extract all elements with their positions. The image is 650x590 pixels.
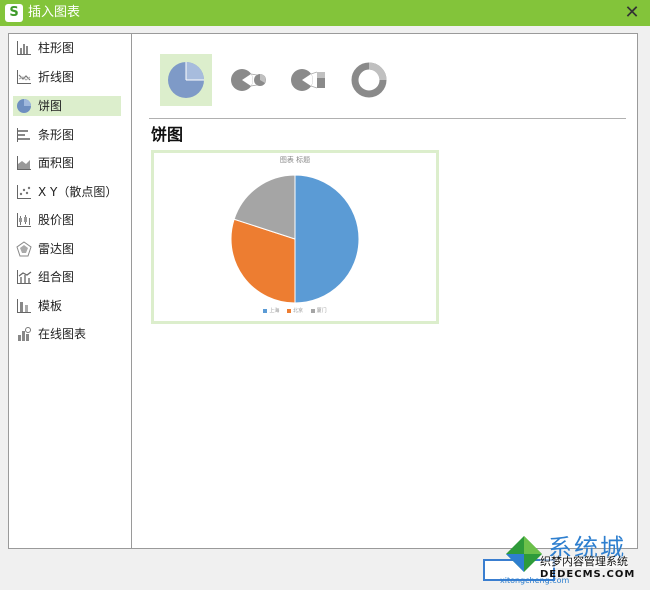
stock-chart-icon: [17, 213, 31, 227]
legend-item: 北京: [286, 308, 303, 314]
pie-chart-icon: [17, 99, 31, 113]
sidebar-item-radar[interactable]: 雷达图: [13, 239, 121, 259]
chart-preview[interactable]: 图表 标题 上海 北京 厦门: [151, 150, 439, 324]
pie-icon: [168, 62, 204, 98]
radar-chart-icon: [16, 241, 32, 257]
sidebar-item-combo[interactable]: 组合图: [13, 267, 121, 287]
sidebar-item-label: 折线图: [38, 70, 75, 84]
sidebar-item-online[interactable]: 在线图表: [13, 324, 121, 344]
watermark-logo-icon: [506, 536, 542, 572]
pie-of-pie-icon: [231, 69, 266, 91]
line-chart-icon: [17, 70, 31, 84]
subtype-doughnut[interactable]: [343, 54, 395, 106]
template-icon: [17, 299, 31, 313]
sidebar-item-column[interactable]: 柱形图: [13, 38, 121, 58]
sidebar-item-line[interactable]: 折线图: [13, 67, 121, 87]
legend-item: 上海: [263, 308, 279, 314]
sidebar-item-label: 在线图表: [38, 327, 87, 341]
preview-title: 饼图: [151, 125, 184, 144]
legend-item: 厦门: [310, 308, 327, 314]
close-icon: ✕: [624, 2, 640, 23]
scatter-chart-icon: [17, 185, 31, 199]
bar-of-pie-icon: [291, 69, 325, 91]
divider: [149, 118, 626, 119]
subtype-bar-of-pie[interactable]: [283, 54, 335, 106]
close-button[interactable]: ✕: [622, 3, 642, 23]
sidebar-item-stock[interactable]: 股价图: [13, 210, 121, 230]
sidebar-item-label: 雷达图: [38, 242, 75, 256]
sidebar-item-bar[interactable]: 条形图: [13, 125, 121, 145]
bar-chart-icon: [17, 128, 30, 142]
sidebar-item-label: 面积图: [38, 156, 75, 170]
watermark: 系统城 织梦内容管理系统 DEDECMS.COM xitongcheng.com: [496, 532, 646, 588]
app-logo-icon: S: [5, 4, 23, 22]
window-title: 插入图表: [28, 5, 81, 20]
watermark-subtitle: 织梦内容管理系统: [540, 555, 628, 568]
sidebar-item-template[interactable]: 模板: [13, 296, 121, 316]
subtype-pie[interactable]: [160, 54, 212, 106]
subtype-pie-of-pie[interactable]: [223, 54, 275, 106]
sidebar-item-label: 股价图: [38, 213, 75, 227]
dialog-body: 柱形图 折线图 饼图 条形图 面积图 X Y（散点图） 股价图 雷达图 组合图 …: [8, 33, 638, 549]
sidebar-item-label: 模板: [38, 299, 63, 313]
online-chart-icon: [18, 327, 31, 341]
sidebar-item-label: 组合图: [38, 270, 75, 284]
area-chart-icon: [17, 156, 31, 170]
sidebar-item-label: 条形图: [38, 128, 75, 142]
chart-type-sidebar: 柱形图 折线图 饼图 条形图 面积图 X Y（散点图） 股价图 雷达图 组合图 …: [9, 34, 132, 548]
title-bar: S 插入图表 ✕: [0, 0, 650, 26]
pie-chart: [230, 174, 360, 304]
sidebar-item-area[interactable]: 面积图: [13, 153, 121, 173]
column-chart-icon: [17, 41, 31, 55]
sidebar-item-label: X Y（散点图）: [38, 185, 118, 199]
sidebar-item-label: 饼图: [38, 99, 63, 113]
sidebar-item-pie[interactable]: 饼图: [13, 96, 121, 116]
pie-slice-0: [294, 174, 360, 304]
sidebar-item-scatter[interactable]: X Y（散点图）: [13, 182, 121, 202]
chart-legend: 上海 北京 厦门: [154, 307, 436, 315]
doughnut-icon: [351, 62, 387, 98]
chart-main-panel: 饼图 图表 标题 上海 北京 厦门: [133, 34, 637, 548]
sidebar-item-label: 柱形图: [38, 41, 75, 55]
watermark-site: xitongcheng.com: [500, 576, 570, 585]
combo-chart-icon: [17, 270, 32, 284]
